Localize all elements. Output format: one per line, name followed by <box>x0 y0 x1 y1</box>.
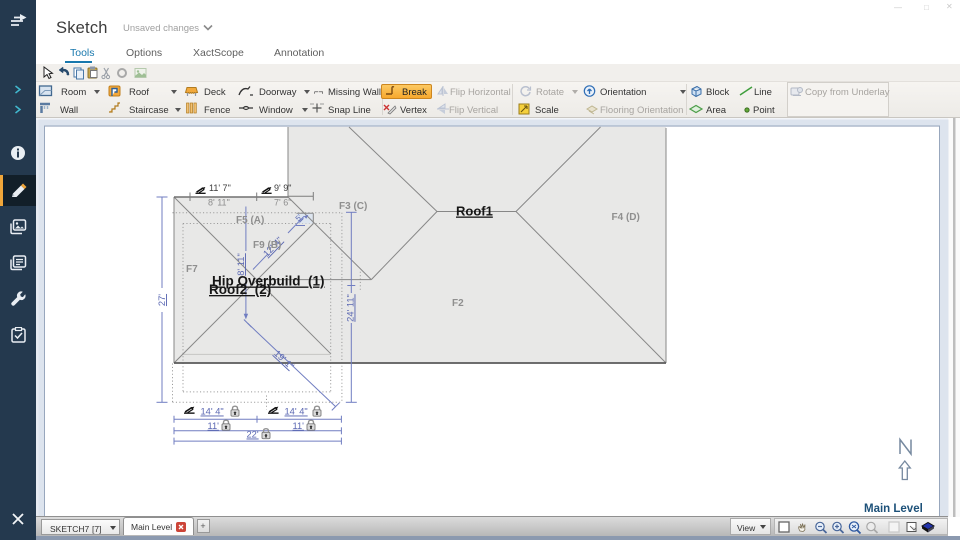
svg-text:11' 7": 11' 7" <box>209 183 231 193</box>
svg-text:14' 4": 14' 4" <box>201 407 224 417</box>
svg-text:9' 9": 9' 9" <box>274 183 291 193</box>
svg-text:⌐¬: ⌐¬ <box>314 88 324 97</box>
svg-text:7' 6": 7' 6" <box>274 198 291 208</box>
svg-text:24' 11": 24' 11" <box>346 294 356 322</box>
svg-text:14' 4": 14' 4" <box>285 407 308 417</box>
svg-text:F4 (D): F4 (D) <box>612 212 640 223</box>
svg-text:27': 27' <box>157 294 167 306</box>
svg-text:Roof2 (2): Roof2 (2) <box>209 282 271 297</box>
svg-text:11': 11' <box>208 421 220 431</box>
svg-text:8' 11": 8' 11" <box>236 253 246 275</box>
svg-text:F9 (B): F9 (B) <box>253 240 281 251</box>
svg-text:11': 11' <box>293 421 305 431</box>
svg-text:Main Level: Main Level <box>864 503 923 515</box>
svg-text:F7: F7 <box>186 264 198 275</box>
svg-text:8' 11": 8' 11" <box>208 198 230 208</box>
svg-text:Roof1: Roof1 <box>456 204 493 219</box>
svg-text:22': 22' <box>247 430 259 440</box>
svg-text:F2: F2 <box>452 298 464 309</box>
svg-text:F5 (A): F5 (A) <box>236 215 264 226</box>
svg-text:F3 (C): F3 (C) <box>339 201 367 212</box>
